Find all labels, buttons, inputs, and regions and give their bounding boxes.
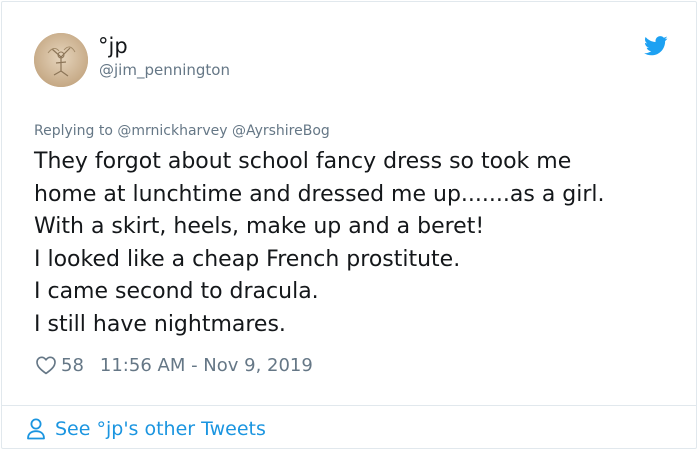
embedded-tweet-card: °jp @jim_pennington Replying to @mrnickh… (1, 1, 697, 449)
author-display-name[interactable]: °jp (98, 33, 128, 59)
tweet-text-line: They forgot about school fancy dress so … (34, 149, 572, 174)
footer-divider (2, 405, 696, 406)
twitter-bird-icon[interactable] (644, 36, 668, 56)
mention-link[interactable]: @AyrshireBog (232, 123, 330, 139)
tweet-text-line: I looked like a cheap French prostitute. (34, 246, 461, 272)
tweet-text-line: With a skirt, heels, make up and a beret… (34, 214, 485, 240)
avatar-sketch-icon (34, 33, 88, 87)
tweet-text-line: I came second to dracula. (34, 279, 319, 305)
author-avatar[interactable] (34, 33, 88, 87)
like-count[interactable]: 58 (61, 355, 84, 376)
tweet-meta: 58 11:56 AM - Nov 9, 2019 (35, 353, 313, 377)
replying-to: Replying to @mrnickharvey @AyrshireBog (34, 122, 330, 140)
tweet-text-line: home at lunchtime and dressed me up.....… (34, 181, 605, 207)
see-other-tweets-link[interactable]: See °jp's other Tweets (26, 415, 266, 443)
tweet-timestamp[interactable]: 11:56 AM - Nov 9, 2019 (100, 355, 313, 376)
heart-icon[interactable] (35, 354, 57, 376)
mention-link[interactable]: @mrnickharvey (117, 123, 227, 139)
tweet-text-line: I still have nightmares. (34, 311, 286, 337)
see-other-tweets-label[interactable]: See °jp's other Tweets (55, 418, 266, 440)
tweet-text: They forgot about school fancy dress so … (34, 146, 684, 342)
replying-to-prefix: Replying to (34, 123, 113, 139)
author-handle[interactable]: @jim_pennington (99, 60, 230, 80)
person-icon (27, 418, 45, 440)
